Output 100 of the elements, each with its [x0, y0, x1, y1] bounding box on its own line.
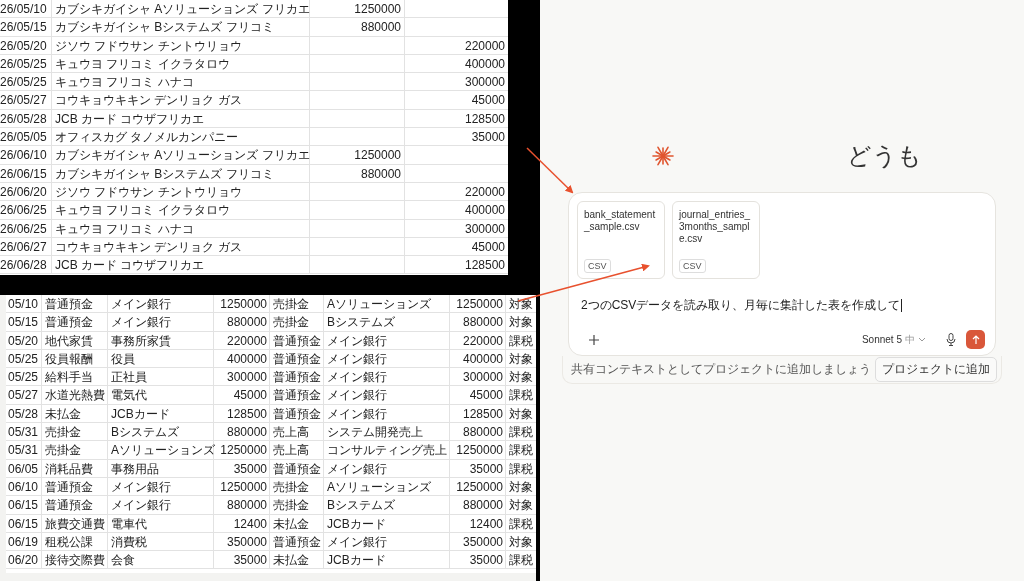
description-cell: コウキョウキキン デンリョク ガス	[52, 237, 310, 256]
amount-cell: 350000	[450, 532, 506, 551]
date-cell: 05/25	[6, 368, 42, 387]
sub-account-cell: 会食	[108, 551, 214, 570]
send-button[interactable]	[966, 330, 985, 349]
amount-cell: 1250000	[214, 477, 270, 496]
account-cell: 接待交際費	[42, 551, 108, 570]
description-cell: キュウヨ フリコミ イクラタロウ	[52, 201, 310, 220]
date-cell: 05/15	[6, 313, 42, 332]
date-cell: 06/15	[6, 496, 42, 515]
date-cell: 26/06/25	[0, 201, 52, 220]
date-cell: 26/06/20	[0, 182, 52, 201]
sub-account-cell: システム開発売上	[324, 423, 450, 442]
microphone-icon[interactable]	[946, 333, 956, 346]
account-cell: 普通預金	[42, 496, 108, 515]
amount-cell: 1250000	[214, 441, 270, 460]
amount-cell-text: 400000	[463, 55, 506, 73]
date-cell: 05/31	[6, 441, 42, 460]
amount-cell: 880000	[310, 18, 405, 37]
description-cell: カブシキガイシャ Bシステムズ フリコミ	[52, 164, 310, 183]
account-cell: 未払金	[42, 404, 108, 423]
account-cell: 未払金	[270, 514, 324, 533]
date-cell: 06/19	[6, 532, 42, 551]
date-cell: 05/31	[6, 423, 42, 442]
amount-cell-text: 300000	[463, 74, 506, 92]
amount-cell: 45000	[450, 386, 506, 405]
sub-account-cell: 役員	[108, 349, 214, 368]
account-cell: 普通預金	[42, 313, 108, 332]
amount-cell-text: 300000	[463, 220, 506, 238]
amount-cell: 300000	[214, 368, 270, 387]
add-to-project-button[interactable]: プロジェクトに追加	[875, 357, 997, 382]
sub-account-cell: JCBカード	[108, 404, 214, 423]
sub-account-cell: メイン銀行	[324, 331, 450, 350]
account-cell: 売掛金	[42, 423, 108, 442]
tax-category-cell-text: 課税	[508, 460, 534, 478]
amount-cell: 220000	[450, 331, 506, 350]
description-cell: ジソウ フドウサン チントウリョウ	[52, 36, 310, 55]
tax-category-cell-text: 課税	[508, 552, 534, 570]
amount-cell: 1250000	[214, 295, 270, 313]
amount-cell-text: 128500	[463, 110, 506, 128]
date-cell: 26/05/25	[0, 73, 52, 92]
amount-cell: 35000	[214, 459, 270, 478]
description-cell: ジソウ フドウサン チントウリョウ	[52, 182, 310, 201]
amount-cell: 880000	[450, 496, 506, 515]
account-cell: 売掛金	[270, 295, 324, 313]
plus-icon[interactable]	[589, 334, 599, 345]
date-cell: 05/25	[6, 349, 42, 368]
sub-account-cell: メイン銀行	[324, 368, 450, 387]
account-cell: 売掛金	[42, 441, 108, 460]
tax-category-cell-text: 対象	[508, 369, 534, 387]
account-cell: 普通預金	[270, 368, 324, 387]
amount-cell: 880000	[214, 313, 270, 332]
amount-cell-text: 45000	[470, 238, 506, 256]
sub-account-cell: 事務用品	[108, 459, 214, 478]
sub-account-cell: 事務所家賃	[108, 331, 214, 350]
file-type-badge: CSV	[679, 259, 706, 273]
prompt-input[interactable]: 2つのCSVデータを読み取り、月毎に集計した表を作成して	[581, 297, 901, 314]
account-cell: 役員報酬	[42, 349, 108, 368]
tax-category-cell-text: 課税	[508, 515, 534, 533]
amount-cell: 400000	[450, 349, 506, 368]
date-cell: 26/05/25	[0, 54, 52, 73]
amount-cell-text: 220000	[463, 37, 506, 55]
date-cell: 26/05/10	[0, 0, 52, 18]
date-cell: 06/10	[6, 477, 42, 496]
amount-cell: 1250000	[310, 0, 405, 18]
account-cell: 普通預金	[270, 404, 324, 423]
description-cell: コウキョウキキン デンリョク ガス	[52, 91, 310, 110]
account-cell: 消耗品費	[42, 459, 108, 478]
sub-account-cell: Bシステムズ	[324, 496, 450, 515]
amount-cell-text: 220000	[463, 183, 506, 201]
sub-account-cell: JCBカード	[324, 551, 450, 570]
amount-cell-text: 45000	[470, 92, 506, 110]
amount-cell: 880000	[450, 313, 506, 332]
description-cell: キュウヨ フリコミ ハナコ	[52, 219, 310, 238]
description-cell: オフィスカグ タノメルカンパニー	[52, 128, 310, 147]
account-cell: 旅費交通費	[42, 514, 108, 533]
sub-account-cell: コンサルティング売上	[324, 441, 450, 460]
sub-account-cell: メイン銀行	[324, 404, 450, 423]
account-cell: 地代家賃	[42, 331, 108, 350]
amount-cell: 300000	[450, 368, 506, 387]
account-cell: 売掛金	[270, 477, 324, 496]
tax-category-cell-text: 対象	[508, 405, 534, 423]
date-cell: 06/05	[6, 459, 42, 478]
sub-account-cell: メイン銀行	[324, 459, 450, 478]
sub-account-cell: メイン銀行	[108, 313, 214, 332]
account-cell: 売上高	[270, 441, 324, 460]
account-cell: 普通預金	[42, 295, 108, 313]
arrow-up-icon	[971, 335, 980, 344]
model-selector[interactable]: Sonnet 5 中	[861, 332, 926, 347]
amount-cell: 128500	[450, 404, 506, 423]
date-cell: 26/05/27	[0, 91, 52, 110]
sub-account-cell: Bシステムズ	[324, 313, 450, 332]
date-cell: 26/06/27	[0, 237, 52, 256]
amount-cell: 35000	[450, 459, 506, 478]
sub-account-cell: メイン銀行	[324, 386, 450, 405]
sub-account-cell: 電気代	[108, 386, 214, 405]
amount-cell: 350000	[214, 532, 270, 551]
chevron-down-icon	[918, 337, 926, 342]
amount-cell: 35000	[450, 551, 506, 570]
date-cell: 05/28	[6, 404, 42, 423]
